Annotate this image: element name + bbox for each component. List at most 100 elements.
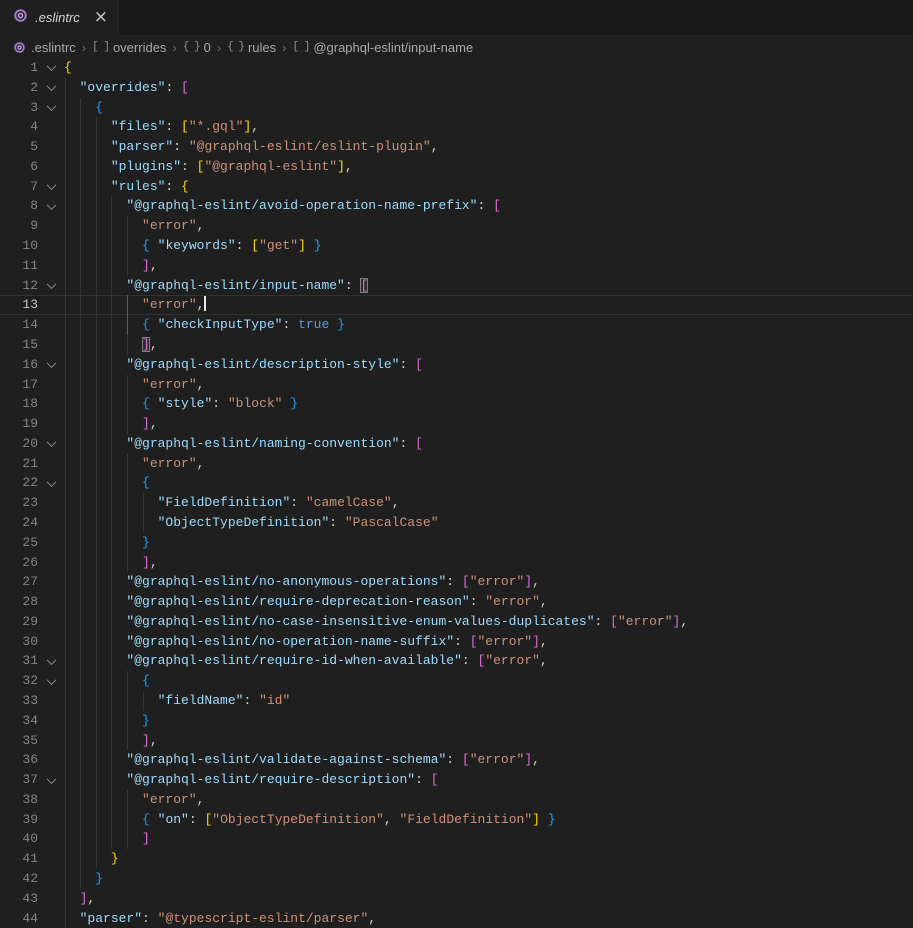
fold-chevron-icon[interactable] [38,58,64,78]
line-number[interactable]: 3 [0,98,38,118]
code-line-27[interactable]: 27 "@graphql-eslint/no-anonymous-operati… [0,572,913,592]
code-line-21[interactable]: 21 "error", [0,454,913,474]
code-line-44[interactable]: 44 "parser": "@typescript-eslint/parser"… [0,909,913,928]
code-line-1[interactable]: 1{ [0,58,913,78]
code-line-40[interactable]: 40 ] [0,829,913,849]
breadcrumb-item-eslintrc[interactable]: .eslintrc [13,40,76,55]
code-line-17[interactable]: 17 "error", [0,375,913,395]
line-number[interactable]: 36 [0,750,38,770]
line-number[interactable]: 10 [0,236,38,256]
line-number[interactable]: 41 [0,849,38,869]
code-line-25[interactable]: 25 } [0,533,913,553]
code-line-35[interactable]: 35 ], [0,731,913,751]
fold-chevron-icon[interactable] [38,355,64,375]
fold-chevron-icon[interactable] [38,196,64,216]
line-number[interactable]: 38 [0,790,38,810]
breadcrumb-item-rules[interactable]: { }rules [227,40,276,55]
line-number[interactable]: 6 [0,157,38,177]
line-number[interactable]: 40 [0,829,38,849]
line-number[interactable]: 39 [0,810,38,830]
code-line-34[interactable]: 34 } [0,711,913,731]
code-line-20[interactable]: 20 "@graphql-eslint/naming-convention": … [0,434,913,454]
fold-chevron-icon[interactable] [38,177,64,197]
code-line-16[interactable]: 16 "@graphql-eslint/description-style": … [0,355,913,375]
line-number[interactable]: 33 [0,691,38,711]
fold-chevron-icon[interactable] [38,276,64,296]
line-number[interactable]: 12 [0,276,38,296]
breadcrumb-item-graphql-eslintinput-name[interactable]: [ ]@graphql-eslint/input-name [293,40,474,55]
code-line-15[interactable]: 15 ], [0,335,913,355]
line-number[interactable]: 24 [0,513,38,533]
line-number[interactable]: 31 [0,651,38,671]
code-line-43[interactable]: 43 ], [0,889,913,909]
code-line-26[interactable]: 26 ], [0,553,913,573]
line-number[interactable]: 9 [0,216,38,236]
code-line-32[interactable]: 32 { [0,671,913,691]
code-line-31[interactable]: 31 "@graphql-eslint/require-id-when-avai… [0,651,913,671]
line-number[interactable]: 29 [0,612,38,632]
fold-chevron-icon[interactable] [38,98,64,118]
line-number[interactable]: 1 [0,58,38,78]
code-line-11[interactable]: 11 ], [0,256,913,276]
line-number[interactable]: 37 [0,770,38,790]
line-number[interactable]: 35 [0,731,38,751]
line-number[interactable]: 27 [0,572,38,592]
line-number[interactable]: 15 [0,335,38,355]
code-line-14[interactable]: 14 { "checkInputType": true } [0,315,913,335]
code-line-3[interactable]: 3 { [0,98,913,118]
code-line-18[interactable]: 18 { "style": "block" } [0,394,913,414]
code-line-4[interactable]: 4 "files": ["*.gql"], [0,117,913,137]
line-number[interactable]: 42 [0,869,38,889]
line-number[interactable]: 7 [0,177,38,197]
close-icon[interactable]: × [94,9,108,26]
code-line-12[interactable]: 12 "@graphql-eslint/input-name": [ [0,276,913,296]
line-number[interactable]: 43 [0,889,38,909]
line-number[interactable]: 16 [0,355,38,375]
fold-chevron-icon[interactable] [38,651,64,671]
code-line-30[interactable]: 30 "@graphql-eslint/no-operation-name-su… [0,632,913,652]
line-number[interactable]: 30 [0,632,38,652]
fold-chevron-icon[interactable] [38,473,64,493]
line-number[interactable]: 2 [0,78,38,98]
tab-eslintrc[interactable]: .eslintrc × [0,0,119,35]
code-line-22[interactable]: 22 { [0,473,913,493]
fold-chevron-icon[interactable] [38,671,64,691]
line-number[interactable]: 32 [0,671,38,691]
fold-chevron-icon[interactable] [38,770,64,790]
line-number[interactable]: 34 [0,711,38,731]
code-line-6[interactable]: 6 "plugins": ["@graphql-eslint"], [0,157,913,177]
code-line-2[interactable]: 2 "overrides": [ [0,78,913,98]
code-line-37[interactable]: 37 "@graphql-eslint/require-description"… [0,770,913,790]
code-line-42[interactable]: 42 } [0,869,913,889]
code-line-24[interactable]: 24 "ObjectTypeDefinition": "PascalCase" [0,513,913,533]
code-line-28[interactable]: 28 "@graphql-eslint/require-deprecation-… [0,592,913,612]
code-line-8[interactable]: 8 "@graphql-eslint/avoid-operation-name-… [0,196,913,216]
code-line-41[interactable]: 41 } [0,849,913,869]
line-number[interactable]: 17 [0,375,38,395]
line-number[interactable]: 11 [0,256,38,276]
line-number[interactable]: 19 [0,414,38,434]
fold-chevron-icon[interactable] [38,78,64,98]
code-line-5[interactable]: 5 "parser": "@graphql-eslint/eslint-plug… [0,137,913,157]
line-number[interactable]: 8 [0,196,38,216]
code-line-10[interactable]: 10 { "keywords": ["get"] } [0,236,913,256]
code-line-7[interactable]: 7 "rules": { [0,177,913,197]
line-number[interactable]: 13 [0,295,38,315]
line-number[interactable]: 21 [0,454,38,474]
code-line-9[interactable]: 9 "error", [0,216,913,236]
line-number[interactable]: 4 [0,117,38,137]
code-line-38[interactable]: 38 "error", [0,790,913,810]
code-line-39[interactable]: 39 { "on": ["ObjectTypeDefinition", "Fie… [0,810,913,830]
code-line-29[interactable]: 29 "@graphql-eslint/no-case-insensitive-… [0,612,913,632]
code-line-23[interactable]: 23 "FieldDefinition": "camelCase", [0,493,913,513]
line-number[interactable]: 26 [0,553,38,573]
breadcrumb-item-0[interactable]: { }0 [183,40,211,55]
line-number[interactable]: 5 [0,137,38,157]
line-number[interactable]: 44 [0,909,38,928]
line-number[interactable]: 23 [0,493,38,513]
line-number[interactable]: 14 [0,315,38,335]
line-number[interactable]: 25 [0,533,38,553]
line-number[interactable]: 20 [0,434,38,454]
code-line-19[interactable]: 19 ], [0,414,913,434]
line-number[interactable]: 22 [0,473,38,493]
